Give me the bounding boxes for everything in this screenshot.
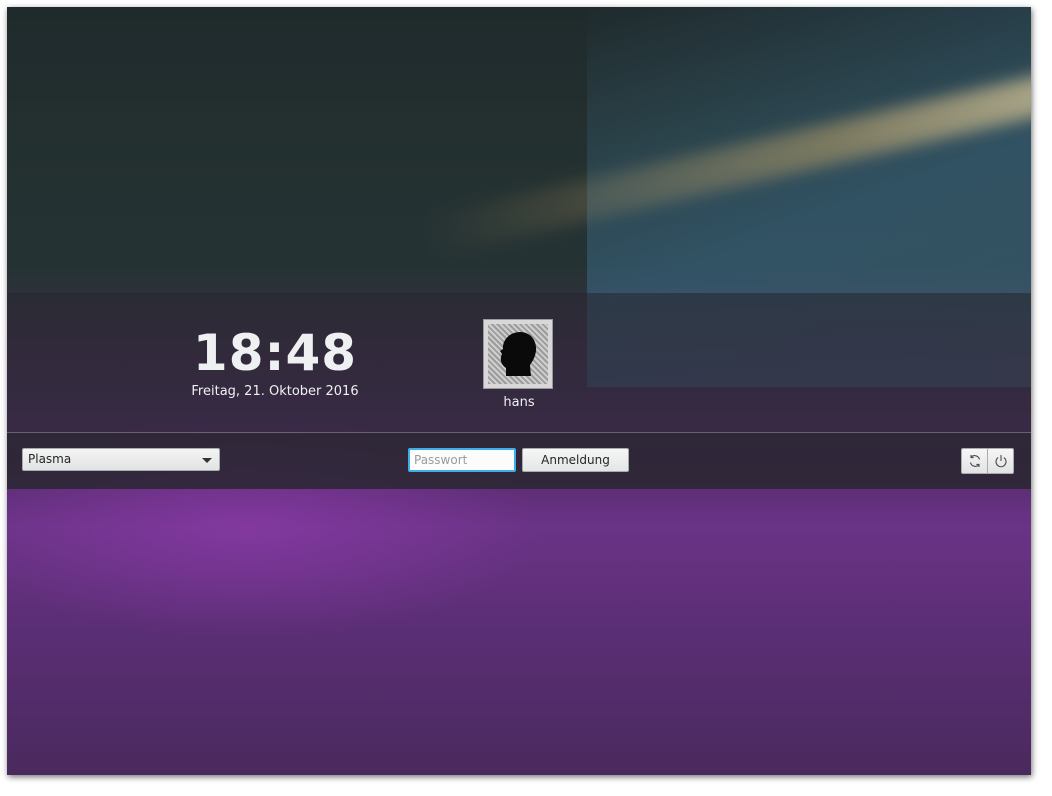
shutdown-button[interactable] — [987, 448, 1014, 474]
password-input[interactable] — [408, 448, 516, 472]
user-avatar[interactable] — [483, 319, 553, 389]
chevron-down-icon — [202, 458, 212, 463]
session-dropdown[interactable]: Plasma — [22, 448, 220, 471]
avatar-frame — [488, 324, 548, 384]
reboot-button[interactable] — [961, 448, 988, 474]
login-screen: 18:48 Freitag, 21. Oktober 2016 hans Pla… — [7, 7, 1031, 775]
session-selected-label: Plasma — [28, 452, 72, 466]
username-label: hans — [503, 395, 535, 410]
person-silhouette-icon — [500, 332, 537, 376]
reboot-icon — [969, 455, 981, 467]
action-bar: Plasma Anmeldung — [7, 433, 1031, 489]
shutdown-icon — [995, 455, 1007, 468]
login-panel: 18:48 Freitag, 21. Oktober 2016 hans Pla… — [7, 293, 1031, 489]
clock-date: Freitag, 21. Oktober 2016 — [191, 384, 359, 399]
login-button[interactable]: Anmeldung — [522, 448, 629, 472]
clock-time: 18:48 — [192, 324, 358, 382]
